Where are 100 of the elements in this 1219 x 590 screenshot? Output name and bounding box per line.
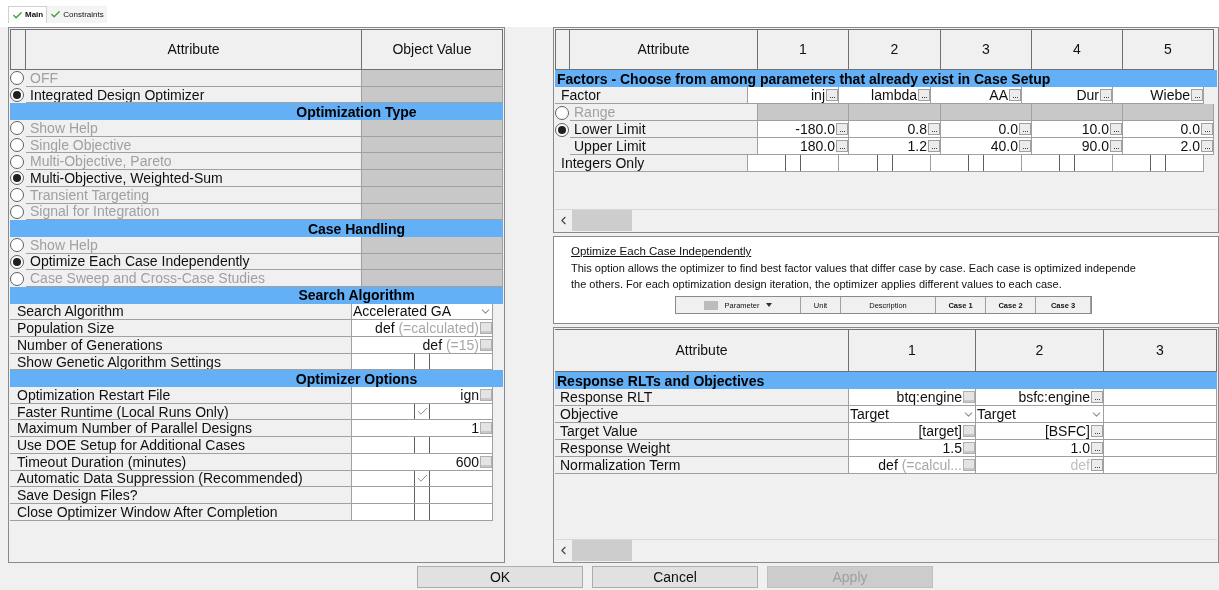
- browse-button[interactable]: [1100, 89, 1112, 101]
- checkbox[interactable]: [414, 403, 430, 420]
- browse-button[interactable]: [826, 89, 838, 101]
- browse-button[interactable]: [1019, 140, 1031, 152]
- value-field[interactable]: 1.5: [849, 440, 976, 457]
- scroll-thumb[interactable]: [572, 210, 632, 231]
- value-field[interactable]: 0.0: [941, 121, 1032, 138]
- value-field[interactable]: lambda: [839, 87, 931, 104]
- column-header[interactable]: Object Value: [362, 29, 503, 70]
- dialog-button[interactable]: OK: [417, 565, 583, 588]
- radio-button[interactable]: [10, 121, 24, 136]
- value-field[interactable]: 0.8: [849, 121, 941, 138]
- value-field[interactable]: 90.0: [1032, 138, 1123, 155]
- value-field[interactable]: 10.0: [1032, 121, 1123, 138]
- column-header[interactable]: 4: [1032, 29, 1123, 70]
- column-header[interactable]: Attribute: [26, 29, 362, 70]
- column-header[interactable]: Attribute: [570, 29, 758, 70]
- dropdown[interactable]: Target: [976, 406, 1104, 423]
- column-header[interactable]: 1: [758, 29, 849, 70]
- browse-button[interactable]: [836, 140, 848, 152]
- browse-button[interactable]: [1110, 140, 1122, 152]
- checkbox[interactable]: [414, 503, 430, 520]
- radio-button[interactable]: [10, 238, 24, 253]
- value-field[interactable]: AA: [931, 87, 1022, 104]
- edit-button[interactable]: [963, 391, 975, 403]
- browse-button[interactable]: [1091, 459, 1103, 471]
- value-field[interactable]: 0.0: [1123, 121, 1214, 138]
- value-field[interactable]: 1.0: [976, 440, 1104, 457]
- browse-button[interactable]: [1091, 425, 1103, 437]
- radio-button[interactable]: [555, 105, 569, 120]
- browse-button[interactable]: [1019, 123, 1031, 135]
- radio-button[interactable]: [10, 254, 24, 269]
- value-field[interactable]: def (=calcul...: [849, 457, 976, 474]
- browse-button[interactable]: [918, 89, 930, 101]
- checkbox[interactable]: [414, 437, 430, 453]
- edit-button[interactable]: [963, 442, 975, 454]
- checkbox[interactable]: [414, 487, 430, 503]
- radio-button[interactable]: [10, 88, 24, 103]
- checkbox[interactable]: [785, 155, 801, 171]
- horizontal-scrollbar[interactable]: [555, 539, 1217, 561]
- value-field[interactable]: -180.0: [758, 121, 849, 138]
- browse-button[interactable]: [1191, 89, 1203, 101]
- value-field[interactable]: def (=15): [352, 337, 493, 354]
- checkbox[interactable]: [1150, 155, 1166, 171]
- browse-button[interactable]: [836, 123, 848, 135]
- browse-button[interactable]: [1009, 89, 1021, 101]
- column-header[interactable]: 2: [976, 329, 1104, 372]
- value-field[interactable]: inj: [748, 87, 839, 104]
- radio-button[interactable]: [10, 71, 24, 86]
- column-header[interactable]: 3: [1104, 329, 1217, 372]
- checkbox[interactable]: [414, 353, 430, 370]
- radio-button[interactable]: [10, 271, 24, 286]
- column-header[interactable]: Attribute: [555, 329, 849, 372]
- browse-button[interactable]: [1091, 442, 1103, 454]
- radio-button[interactable]: [555, 122, 569, 137]
- value-field[interactable]: Wiebe: [1113, 87, 1204, 104]
- radio-button[interactable]: [10, 171, 24, 186]
- browse-button[interactable]: [928, 140, 940, 152]
- checkbox[interactable]: [1059, 155, 1075, 171]
- browse-button[interactable]: [1110, 123, 1122, 135]
- horizontal-scrollbar[interactable]: [555, 209, 1217, 231]
- value-field[interactable]: [BSFC]: [976, 423, 1104, 440]
- dropdown[interactable]: Target: [849, 406, 976, 423]
- edit-button[interactable]: [480, 388, 492, 401]
- radio-button[interactable]: [10, 154, 24, 169]
- checkbox[interactable]: [876, 155, 893, 171]
- edit-button[interactable]: [480, 455, 492, 468]
- value-field[interactable]: 2.0: [1123, 138, 1214, 155]
- edit-button[interactable]: [480, 422, 492, 435]
- edit-button[interactable]: [963, 425, 975, 437]
- browse-button[interactable]: [928, 123, 940, 135]
- value-field[interactable]: 180.0: [758, 138, 849, 155]
- value-field[interactable]: bsfc:engine: [976, 389, 1104, 406]
- column-header[interactable]: 3: [941, 29, 1032, 70]
- scroll-thumb[interactable]: [572, 540, 632, 561]
- edit-button[interactable]: [480, 322, 492, 335]
- browse-button[interactable]: [1201, 140, 1213, 152]
- value-field[interactable]: def (=calculated): [352, 320, 493, 337]
- edit-button[interactable]: [480, 338, 492, 351]
- checkbox[interactable]: [414, 470, 430, 487]
- value-field[interactable]: [target]: [849, 423, 976, 440]
- column-header[interactable]: 1: [849, 329, 976, 372]
- radio-button[interactable]: [10, 188, 24, 203]
- value-field[interactable]: 1: [352, 420, 493, 438]
- browse-button[interactable]: [1091, 391, 1103, 403]
- radio-button[interactable]: [10, 204, 24, 219]
- column-header[interactable]: 2: [849, 29, 941, 70]
- tab[interactable]: Main: [8, 6, 48, 23]
- tab[interactable]: Constraints: [47, 6, 107, 23]
- value-field[interactable]: 1.2: [849, 138, 941, 155]
- value-field[interactable]: Dur: [1022, 87, 1113, 104]
- edit-button[interactable]: [963, 459, 975, 471]
- browse-button[interactable]: [1201, 123, 1213, 135]
- value-field[interactable]: btq:engine: [849, 389, 976, 406]
- value-field[interactable]: ign: [352, 387, 493, 404]
- dialog-button[interactable]: Cancel: [592, 565, 758, 588]
- column-header[interactable]: 5: [1123, 29, 1214, 70]
- checkbox[interactable]: [968, 155, 984, 171]
- value-field[interactable]: 40.0: [941, 138, 1032, 155]
- radio-button[interactable]: [10, 138, 24, 153]
